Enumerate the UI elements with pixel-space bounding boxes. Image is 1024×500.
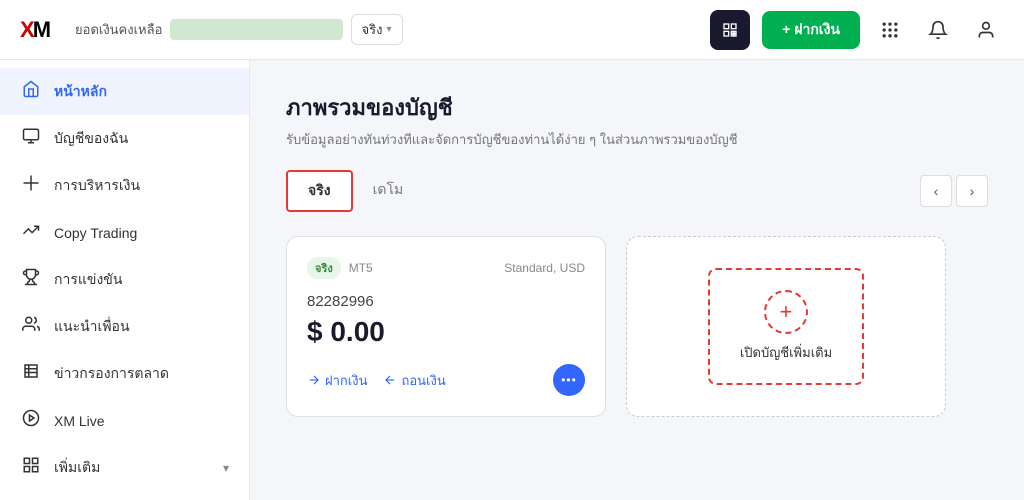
apps-button[interactable]: [872, 12, 908, 48]
home-icon: [20, 80, 42, 103]
sidebar-item-home[interactable]: หน้าหลัก: [0, 68, 249, 115]
account-tabs: จริง เดโม ‹ ›: [286, 170, 988, 212]
sidebar-item-competition[interactable]: การแข่งขัน: [0, 256, 249, 303]
card-actions: ฝากเงิน ถอนเงิน •••: [307, 364, 585, 396]
add-account-card[interactable]: + เปิดบัญชีเพิ่มเติม: [626, 236, 946, 417]
account-type-dropdown[interactable]: จริง ▾: [351, 14, 403, 45]
sidebar-item-finance[interactable]: การบริหารเงิน: [0, 162, 249, 209]
sidebar-item-xm-live[interactable]: XM Live: [0, 397, 249, 444]
add-account-dashed-box[interactable]: + เปิดบัญชีเพิ่มเติม: [708, 268, 864, 385]
add-account-label: เปิดบัญชีเพิ่มเติม: [740, 342, 832, 363]
account-type-label: จริง: [362, 19, 383, 40]
topnav: XM ยอดเงินคงเหลือ ██████████ จริง ▾ + ฝา…: [0, 0, 1024, 60]
sidebar-item-news[interactable]: ข่าวกรองการตลาด: [0, 350, 249, 397]
sidebar-item-label: Copy Trading: [54, 225, 137, 241]
qr-button[interactable]: [710, 10, 750, 50]
add-account-plus-button[interactable]: +: [764, 290, 808, 334]
layout: หน้าหลัก บัญชีของฉัน การบริหารเงิน: [0, 60, 1024, 500]
sidebar-item-referral[interactable]: แนะนำเพื่อน: [0, 303, 249, 350]
news-icon: [20, 362, 42, 385]
video-icon: [20, 409, 42, 432]
referral-icon: [20, 315, 42, 338]
next-arrow-button[interactable]: ›: [956, 175, 988, 207]
sidebar-item-label: เพิ่มเติม: [54, 457, 100, 479]
account-number: 82282996: [307, 293, 585, 310]
sidebar-item-label: การแข่งขัน: [54, 269, 122, 291]
balance-value: ██████████: [170, 19, 342, 40]
profile-button[interactable]: [968, 12, 1004, 48]
live-badge: จริง: [307, 257, 341, 279]
tab-live[interactable]: จริง: [286, 170, 353, 212]
sidebar-item-label: บัญชีของฉัน: [54, 128, 128, 150]
sidebar-item-label: แนะนำเพื่อน: [54, 316, 130, 338]
copy-trading-icon: [20, 221, 42, 244]
mt-badge: MT5: [349, 261, 373, 275]
account-card: จริง MT5 Standard, USD 82282996 $ 0.00 ฝ…: [286, 236, 606, 417]
chevron-down-icon: ▾: [386, 24, 391, 35]
page-title: ภาพรวมของบัญชี: [286, 90, 988, 125]
sidebar-item-copy-trading[interactable]: Copy Trading: [0, 209, 249, 256]
cards-row: จริง MT5 Standard, USD 82282996 $ 0.00 ฝ…: [286, 236, 988, 417]
prev-arrow-button[interactable]: ‹: [920, 175, 952, 207]
sidebar-item-label: XM Live: [54, 413, 105, 429]
trophy-icon: [20, 268, 42, 291]
nav-right: + ฝากเงิน: [710, 10, 1004, 50]
card-header: จริง MT5 Standard, USD: [307, 257, 585, 279]
logo: XM: [20, 17, 51, 43]
sidebar-item-more[interactable]: เพิ่มเติม ▾: [0, 444, 249, 491]
accounts-icon: [20, 127, 42, 150]
tab-demo[interactable]: เดโม: [353, 171, 424, 211]
sidebar-item-label: ข่าวกรองการตลาด: [54, 363, 169, 385]
notifications-button[interactable]: [920, 12, 956, 48]
tab-arrows: ‹ ›: [920, 175, 988, 207]
sidebar-item-label: การบริหารเงิน: [54, 175, 140, 197]
more-options-button[interactable]: •••: [553, 364, 585, 396]
deposit-button[interactable]: + ฝากเงิน: [762, 11, 860, 49]
standard-badge: Standard, USD: [504, 261, 585, 275]
account-balance: $ 0.00: [307, 316, 585, 348]
main-content: ภาพรวมของบัญชี รับข้อมูลอย่างทันท่วงทีแล…: [250, 60, 1024, 500]
chevron-down-icon: ▾: [223, 461, 229, 475]
finance-icon: [20, 174, 42, 197]
sidebar: หน้าหลัก บัญชีของฉัน การบริหารเงิน: [0, 60, 250, 500]
withdraw-account-button[interactable]: ถอนเงิน: [383, 370, 445, 391]
page-subtitle: รับข้อมูลอย่างทันท่วงทีและจัดการบัญชีของ…: [286, 129, 988, 150]
sidebar-item-label: หน้าหลัก: [54, 81, 107, 103]
deposit-account-button[interactable]: ฝากเงิน: [307, 370, 367, 391]
grid-icon: [20, 456, 42, 479]
balance-label: ยอดเงินคงเหลือ: [75, 19, 162, 40]
sidebar-item-accounts[interactable]: บัญชีของฉัน: [0, 115, 249, 162]
